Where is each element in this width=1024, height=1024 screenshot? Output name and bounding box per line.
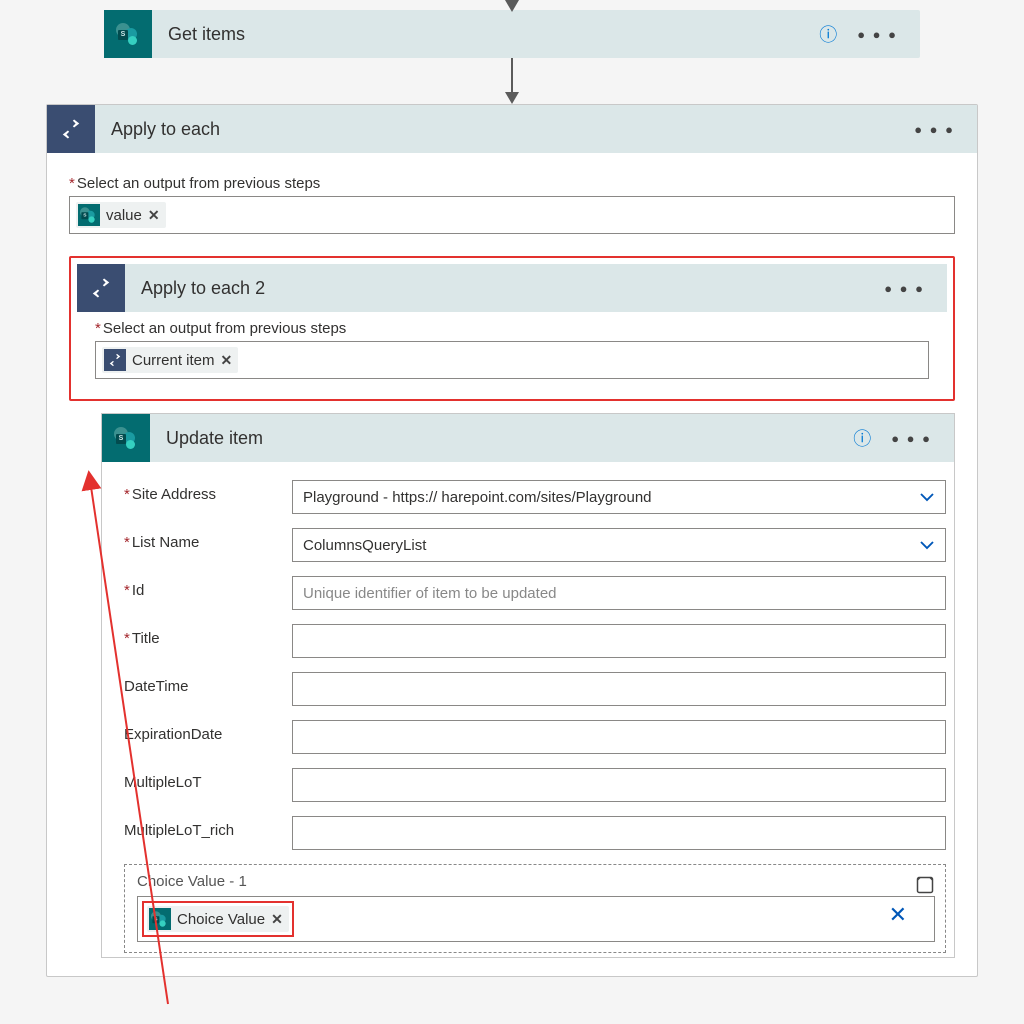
apply-to-each-container: Apply to each ● ● ● *Select an output fr… [46,104,978,977]
loop-icon [47,105,95,153]
apply-to-each-header[interactable]: Apply to each ● ● ● [47,105,977,153]
apply-to-each-2-header[interactable]: Apply to each 2 ● ● ● [77,264,947,312]
apply-to-each-2-highlight: Apply to each 2 ● ● ● *Select an output … [69,256,955,401]
more-menu[interactable]: ● ● ● [910,118,959,141]
label-list-name: *List Name [124,528,292,551]
sharepoint-icon: S [104,10,152,58]
choice-group-label: Choice Value - 1 [137,873,935,890]
loop-icon [77,264,125,312]
help-icon[interactable]: ⓘ [853,425,871,451]
id-input[interactable]: Unique identifier of item to be updated [292,576,946,610]
sharepoint-icon: S [149,908,171,930]
output-token-field[interactable]: Current item ✕ [95,341,929,379]
card-title: Get items [152,24,819,45]
get-items-card[interactable]: S Get items ⓘ ● ● ● [104,10,920,58]
more-menu[interactable]: ● ● ● [887,427,936,450]
label-multiplelot-rich: MultipleLoT_rich [124,816,292,839]
card-title: Apply to each [95,119,910,140]
clear-field-icon[interactable]: ✕ [889,902,907,928]
label-title: *Title [124,624,292,647]
flow-connector [0,58,1024,104]
output-label: *Select an output from previous steps [95,320,929,337]
sharepoint-icon: S [102,414,150,462]
multiplelot-input[interactable] [292,768,946,802]
label-id: *Id [124,576,292,599]
update-item-card: S Update item ⓘ ● ● ● *Site Address Play… [101,413,955,958]
label-expiration: ExpirationDate [124,720,292,743]
token-label: value [106,207,142,224]
chevron-down-icon [918,536,936,554]
chevron-down-icon [918,488,936,506]
label-multiplelot: MultipleLoT [124,768,292,791]
more-menu[interactable]: ● ● ● [853,23,902,46]
output-token-field[interactable]: S value ✕ [69,196,955,234]
label-site-address: *Site Address [124,480,292,503]
output-label: *Select an output from previous steps [69,175,955,192]
choice-value-field[interactable]: S Choice Value ✕ [137,896,935,942]
token-remove-icon[interactable]: ✕ [271,911,283,928]
datetime-input[interactable] [292,672,946,706]
card-title: Apply to each 2 [125,278,880,299]
choice-value-group: Choice Value - 1 S C [124,864,946,953]
help-icon[interactable]: ⓘ [819,21,837,47]
multiplelot-rich-input[interactable] [292,816,946,850]
token-label: Current item [132,352,215,369]
flow-connector-arrow-head [505,0,519,12]
site-address-select[interactable]: Playground - https:// harepoint.com/site… [292,480,946,514]
token-remove-icon[interactable]: ✕ [148,207,160,224]
more-menu[interactable]: ● ● ● [880,277,929,300]
token-label: Choice Value [177,911,265,928]
label-datetime: DateTime [124,672,292,695]
list-name-select[interactable]: ColumnsQueryList [292,528,946,562]
title-input[interactable] [292,624,946,658]
sharepoint-icon: S [78,204,100,226]
token-value[interactable]: S value ✕ [76,202,166,228]
loop-icon [104,349,126,371]
expiration-input[interactable] [292,720,946,754]
choice-token-highlight: S Choice Value ✕ [142,901,294,937]
update-item-header[interactable]: S Update item ⓘ ● ● ● [102,414,954,462]
token-remove-icon[interactable]: ✕ [221,352,233,369]
token-choice-value[interactable]: S Choice Value ✕ [147,906,289,932]
token-current-item[interactable]: Current item ✕ [102,347,238,373]
card-title: Update item [150,428,853,449]
